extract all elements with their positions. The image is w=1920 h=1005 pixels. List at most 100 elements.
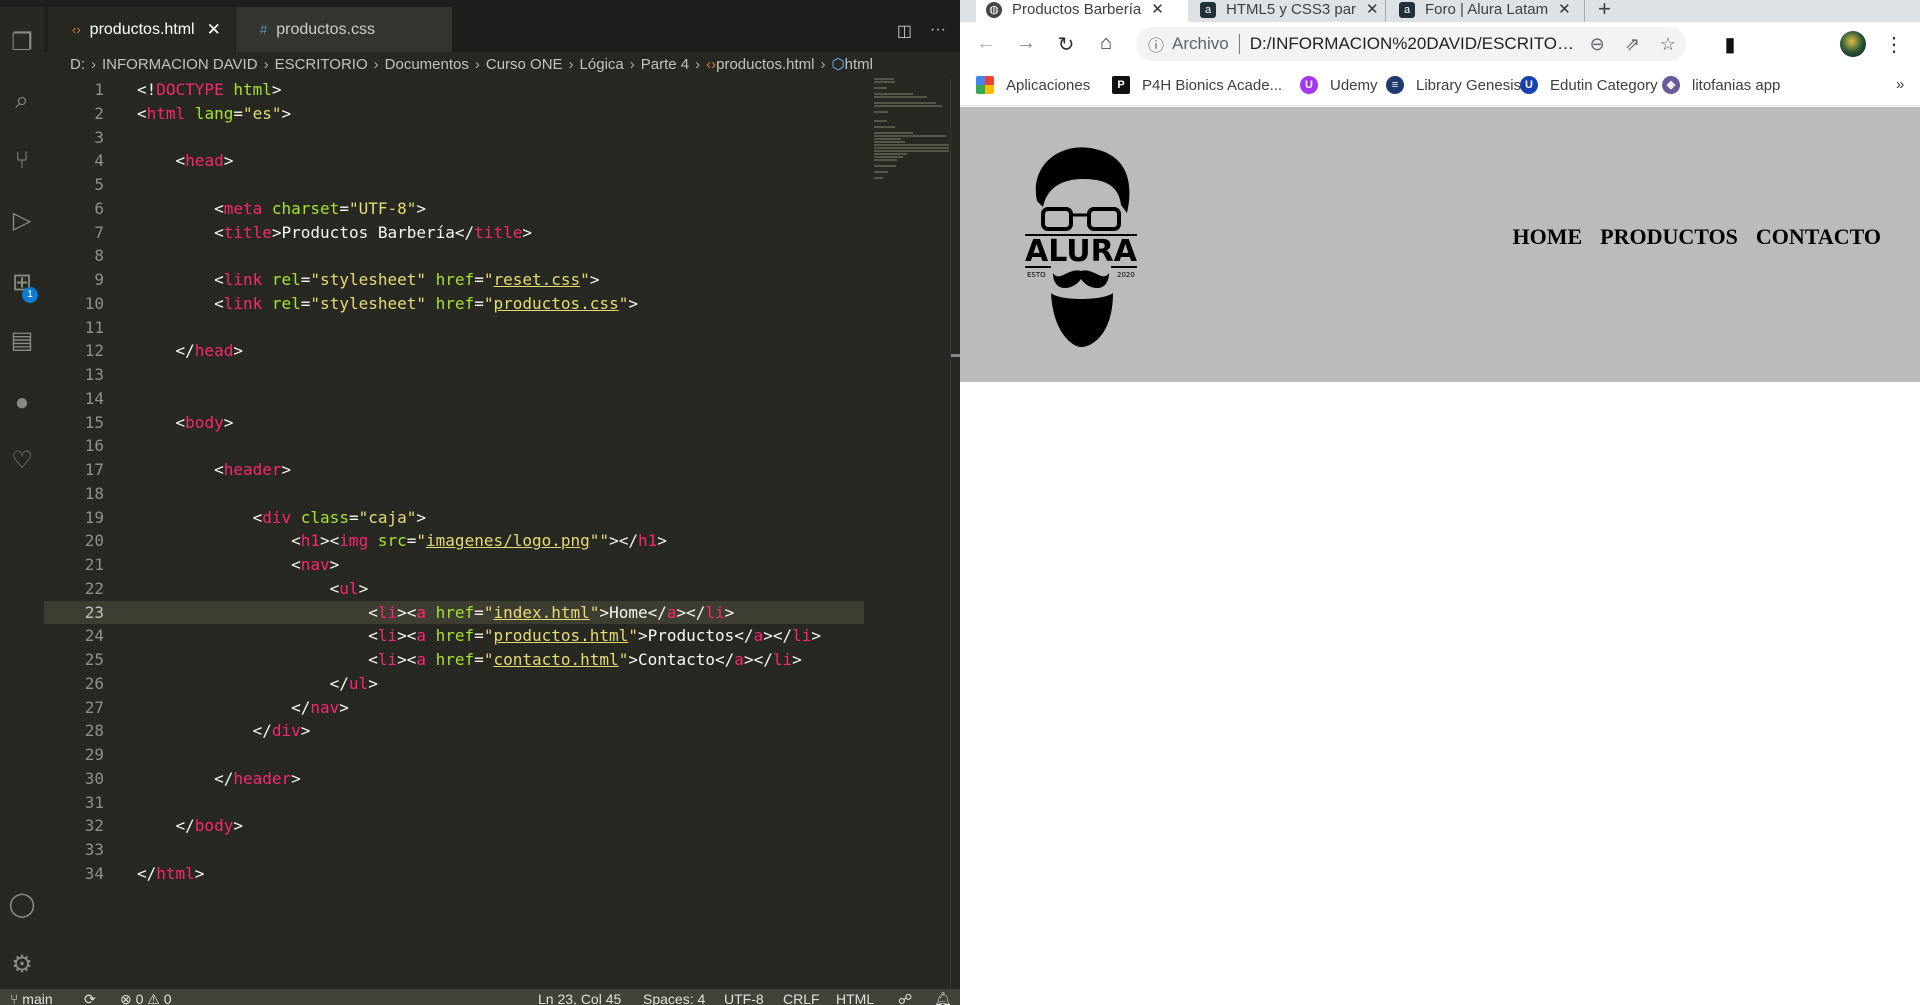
code-line[interactable]: 5 — [44, 173, 949, 197]
code-editor[interactable]: 1 <!DOCTYPE html> 2 <html lang="es"> 3 4 <hea… — [44, 78, 949, 886]
code-line[interactable]: 19 <div class="caja"> — [44, 506, 949, 530]
zoom-icon[interactable]: ⊖ — [1590, 34, 1605, 55]
code-line[interactable]: 26 </ul> — [44, 672, 949, 696]
forward-icon[interactable]: → — [1014, 32, 1038, 55]
breadcrumb-item[interactable]: Documentos — [385, 56, 469, 73]
split-editor-icon[interactable]: ◫ — [897, 21, 912, 41]
run-debug-icon[interactable]: ▷ — [8, 207, 36, 235]
code-line[interactable]: 16 — [44, 434, 949, 458]
browser-tab-foro[interactable]: a Foro | Alura Latam ✕ — [1387, 0, 1585, 22]
reload-icon[interactable]: ↻ — [1054, 32, 1078, 57]
breadcrumb-item[interactable]: Parte 4 — [641, 56, 689, 73]
editor-scrollbar[interactable] — [950, 78, 961, 989]
info-icon[interactable]: ⓘ — [1148, 32, 1164, 56]
minimap[interactable] — [874, 78, 949, 179]
notifications-bell-icon[interactable]: 🔔︎ — [934, 989, 952, 1005]
code-line[interactable]: 11 — [44, 316, 949, 340]
branch-status[interactable]: ⑂ main — [10, 989, 53, 1005]
bookmark-item[interactable]: U Udemy — [1300, 76, 1378, 94]
github-icon[interactable]: ● — [8, 389, 36, 417]
breadcrumb-item[interactable]: html — [845, 56, 873, 73]
code-line[interactable]: 14 — [44, 387, 949, 411]
code-line[interactable]: 24 <li><a href="productos.html">Producto… — [44, 624, 949, 648]
close-tab-icon[interactable]: ✕ — [1366, 0, 1379, 18]
code-line[interactable]: 25 <li><a href="contacto.html">Contacto<… — [44, 648, 949, 672]
search-icon[interactable]: ⌕ — [8, 87, 36, 115]
account-icon[interactable]: ◯ — [8, 891, 36, 919]
code-line[interactable]: 32 </body> — [44, 814, 949, 838]
tab-productos-html[interactable]: ‹› productos.html ✕ — [48, 7, 235, 52]
code-line[interactable]: 10 <link rel="stylesheet" href="producto… — [44, 292, 949, 316]
code-line[interactable]: 34 </html> — [44, 862, 949, 886]
address-url[interactable]: D:/INFORMACION%20DAVID/ESCRITORIO/Docum.… — [1250, 34, 1580, 54]
code-line[interactable]: 28 </div> — [44, 719, 949, 743]
language-mode[interactable]: HTML — [836, 989, 874, 1005]
browser-tab-productos[interactable]: ◍ Productos Barbería ✕ — [976, 0, 1188, 22]
explorer-icon[interactable]: ❐ — [8, 29, 36, 57]
encoding[interactable]: UTF-8 — [724, 989, 764, 1005]
bookmark-item[interactable]: U Edutin Category — [1520, 76, 1658, 94]
code-line[interactable]: 8 — [44, 244, 949, 268]
tab-productos-css[interactable]: # productos.css — [236, 7, 452, 52]
back-icon[interactable]: ← — [974, 32, 998, 55]
code-line[interactable]: 22 <ul> — [44, 577, 949, 601]
eol[interactable]: CRLF — [783, 989, 820, 1005]
code-line[interactable]: 6 <meta charset="UTF-8"> — [44, 197, 949, 221]
code-line[interactable]: 23 <li><a href="index.html">Home</a></li… — [44, 600, 864, 625]
code-line[interactable]: 4 <head> — [44, 149, 949, 173]
nav-productos-link[interactable]: PRODUCTOS — [1600, 224, 1738, 250]
code-line[interactable]: 20 <h1><img src="imagenes/logo.png""></h… — [44, 529, 949, 553]
browser-tab-html5[interactable]: a HTML5 y CSS3 par ✕ — [1188, 0, 1386, 22]
menu-kebab-icon[interactable]: ⋮ — [1882, 32, 1906, 57]
breadcrumb-item[interactable]: INFORMACION DAVID — [102, 56, 258, 73]
gitlab-icon[interactable]: ♡ — [8, 447, 36, 475]
code-line[interactable]: 13 — [44, 363, 949, 387]
close-tab-icon[interactable]: ✕ — [207, 20, 221, 40]
code-line[interactable]: 1 <!DOCTYPE html> — [44, 78, 949, 102]
code-line[interactable]: 33 — [44, 838, 949, 862]
code-line[interactable]: 31 — [44, 791, 949, 815]
code-line[interactable]: 30 </header> — [44, 767, 949, 791]
share-icon[interactable]: ⇗ — [1625, 34, 1640, 55]
nav-contacto-link[interactable]: CONTACTO — [1756, 224, 1881, 250]
more-bookmarks-button[interactable]: » — [1896, 76, 1904, 93]
address-bar[interactable]: ⓘ Archivo D:/INFORMACION%20DAVID/ESCRITO… — [1136, 27, 1686, 61]
code-line[interactable]: 12 </head> — [44, 339, 949, 363]
breadcrumb-item[interactable]: D: — [70, 56, 85, 73]
bookmark-item[interactable]: P P4H Bionics Acade... — [1112, 76, 1282, 94]
new-tab-button[interactable]: + — [1598, 0, 1611, 22]
close-tab-icon[interactable]: ✕ — [1151, 0, 1164, 18]
home-icon[interactable]: ⌂ — [1094, 32, 1118, 55]
settings-gear-icon[interactable]: ⚙ — [8, 951, 36, 979]
bookmark-star-icon[interactable]: ☆ — [1660, 34, 1676, 55]
nav-home-link[interactable]: HOME — [1513, 224, 1583, 250]
code-line[interactable]: 29 — [44, 743, 949, 767]
breadcrumb-item[interactable]: ESCRITORIO — [275, 56, 368, 73]
code-line[interactable]: 7 <title>Productos Barbería</title> — [44, 221, 949, 245]
side-panel-icon[interactable]: ▮ — [1718, 32, 1742, 57]
code-line[interactable]: 15 <body> — [44, 411, 949, 435]
indentation[interactable]: Spaces: 4 — [643, 989, 705, 1005]
source-control-icon[interactable]: ⑂ — [8, 147, 36, 175]
sync-icon[interactable]: ⟳ — [84, 989, 96, 1005]
problems-status[interactable]: ⊗ 0 ⚠ 0 — [120, 989, 172, 1005]
code-line[interactable]: 9 <link rel="stylesheet" href="reset.css… — [44, 268, 949, 292]
close-tab-icon[interactable]: ✕ — [1558, 0, 1571, 18]
code-line[interactable]: 21 <nav> — [44, 553, 949, 577]
code-line[interactable]: 27 </nav> — [44, 696, 949, 720]
bookmark-item[interactable]: ≡ Library Genesis — [1386, 76, 1521, 94]
code-line[interactable]: 2 <html lang="es"> — [44, 102, 949, 126]
breadcrumb-item[interactable]: productos.html — [716, 56, 814, 73]
remote-explorer-icon[interactable]: ▤ — [8, 327, 36, 355]
feedback-icon[interactable]: ☍ — [898, 989, 912, 1005]
bookmark-item[interactable]: Aplicaciones — [976, 76, 1090, 94]
cursor-position[interactable]: Ln 23, Col 45 — [538, 989, 621, 1005]
code-line[interactable]: 3 — [44, 126, 949, 150]
profile-avatar[interactable] — [1840, 31, 1866, 57]
breadcrumb-item[interactable]: Curso ONE — [486, 56, 563, 73]
breadcrumb-item[interactable]: Lógica — [580, 56, 624, 73]
more-actions-icon[interactable]: ··· — [930, 21, 946, 41]
code-line[interactable]: 18 — [44, 482, 949, 506]
bookmark-item[interactable]: ◈ litofanias app — [1662, 76, 1780, 94]
code-line[interactable]: 17 <header> — [44, 458, 949, 482]
